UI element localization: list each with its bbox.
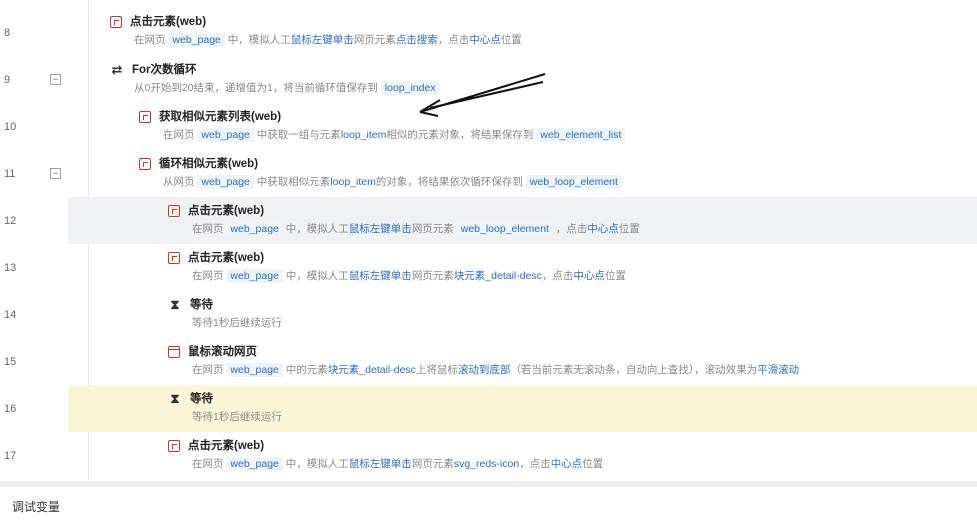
step-description: 在网页 web_page 中的元素块元素_detail-desc上将鼠标滚动到底… [192,363,800,377]
step-mouse-scroll[interactable]: 鼠标滚动网页 在网页 web_page 中的元素块元素_detail-desc上… [168,344,799,378]
panel-splitter[interactable] [0,481,977,487]
collapse-toggle[interactable]: − [50,168,61,179]
step-description: 在网页 web_page 中，模拟人工鼠标左键单击网页元素svg_reds-ic… [192,457,604,471]
step-title: 等待 [190,393,213,405]
flow-row[interactable]: 17 点击元素(web) 在网页 web_page 中，模拟人工鼠标左键单击网页… [0,432,977,479]
step-click-element[interactable]: 点击元素(web) 在网页 web_page 中，模拟人工鼠标左键单击网页元素块… [168,250,626,284]
step-description: 在网页 web_page 中，模拟人工鼠标左键单击网页元素 web_loop_e… [192,222,640,236]
hourglass-icon: ⧗ [170,391,180,406]
step-title: 点击元素(web) [188,252,265,264]
flow-row[interactable]: 13 点击元素(web) 在网页 web_page 中，模拟人工鼠标左键单击网页… [0,244,977,291]
step-title: 鼠标滚动网页 [188,346,257,358]
step-description: 等待1秒后继续运行 [192,411,282,423]
line-number: 8 [4,27,11,39]
step-title: 点击元素(web) [188,440,265,452]
flow-row[interactable]: 8 点击元素(web) 在网页 web_page 中，模拟人工鼠标左键单击网页元… [0,0,977,47]
step-description: 等待1秒后继续运行 [192,317,282,329]
element-list-icon [139,111,151,123]
flow-row[interactable]: 16 ⧗ 等待 等待1秒后继续运行 [0,385,977,432]
line-number: 10 [4,121,17,133]
step-title: 点击元素(web) [130,16,207,28]
step-click-element[interactable]: 点击元素(web) 在网页 web_page 中，模拟人工鼠标左键单击网页元素点… [110,14,522,48]
step-description: 在网页 web_page 中，模拟人工鼠标左键单击网页元素块元素_detail-… [192,269,626,283]
step-wait[interactable]: ⧗ 等待 等待1秒后继续运行 [168,297,282,331]
step-for-loop[interactable]: ⇄ For次数循环 从0开始到20结束，递增值为1，将当前循环值保存到 loop_… [110,62,440,96]
click-element-icon [168,252,180,264]
click-element-icon [168,440,180,452]
line-number: 9 [4,74,11,86]
step-description: 从网页 web_page 中获取相似元素loop_item的对象，将结果依次循环… [163,174,622,190]
step-get-similar-elements[interactable]: 获取相似元素列表(web) 在网页 web_page 中获取一组与元素loop_… [139,109,626,143]
debug-variables-tab[interactable]: 调试变量 [12,498,60,515]
flow-row[interactable]: 10 获取相似元素列表(web) 在网页 web_page 中获取一组与元素lo… [0,103,977,150]
hourglass-icon: ⧗ [170,297,180,312]
step-description: 在网页 web_page 中，模拟人工鼠标左键单击网页元素点击搜索，点击中心点位… [134,33,522,47]
line-number: 14 [4,309,17,321]
flow-row[interactable]: 9 − ⇄ For次数循环 从0开始到20结束，递增值为1，将当前循环值保存到 l… [0,56,977,103]
line-number: 12 [4,215,17,227]
flow-row[interactable]: 15 鼠标滚动网页 在网页 web_page 中的元素块元素_detail-de… [0,338,977,385]
line-number: 16 [4,403,17,415]
collapse-toggle[interactable]: − [50,74,61,85]
line-number: 13 [4,262,17,274]
scroll-page-icon [168,346,180,358]
flow-row[interactable]: 14 ⧗ 等待 等待1秒后继续运行 [0,291,977,338]
line-number: 15 [4,356,17,368]
step-title: For次数循环 [132,64,197,76]
step-title: 获取相似元素列表(web) [159,111,282,123]
step-click-element[interactable]: 点击元素(web) 在网页 web_page 中，模拟人工鼠标左键单击网页元素 … [168,203,640,237]
loop-icon: ⇄ [111,62,123,77]
loop-element-icon [139,158,151,170]
step-loop-similar-elements[interactable]: 循环相似元素(web) 从网页 web_page 中获取相似元素loop_ite… [139,156,622,190]
step-wait[interactable]: ⧗ 等待 等待1秒后继续运行 [168,391,282,425]
flow-row[interactable]: 11 − 循环相似元素(web) 从网页 web_page 中获取相似元素loo… [0,150,977,197]
step-description: 从0开始到20结束，递增值为1，将当前循环值保存到 loop_index [134,80,440,96]
line-number: 17 [4,450,17,462]
step-click-element[interactable]: 点击元素(web) 在网页 web_page 中，模拟人工鼠标左键单击网页元素s… [168,438,603,472]
step-title: 点击元素(web) [188,205,265,217]
step-title: 等待 [190,299,213,311]
flow-row[interactable]: 12 点击元素(web) 在网页 web_page 中，模拟人工鼠标左键单击网页… [0,197,977,244]
click-element-icon [110,16,122,28]
step-description: 在网页 web_page 中获取一组与元素loop_item相似的元素对象，将结… [163,127,626,143]
step-title: 循环相似元素(web) [159,158,259,170]
click-element-icon [168,205,180,217]
line-number: 11 [4,168,16,180]
